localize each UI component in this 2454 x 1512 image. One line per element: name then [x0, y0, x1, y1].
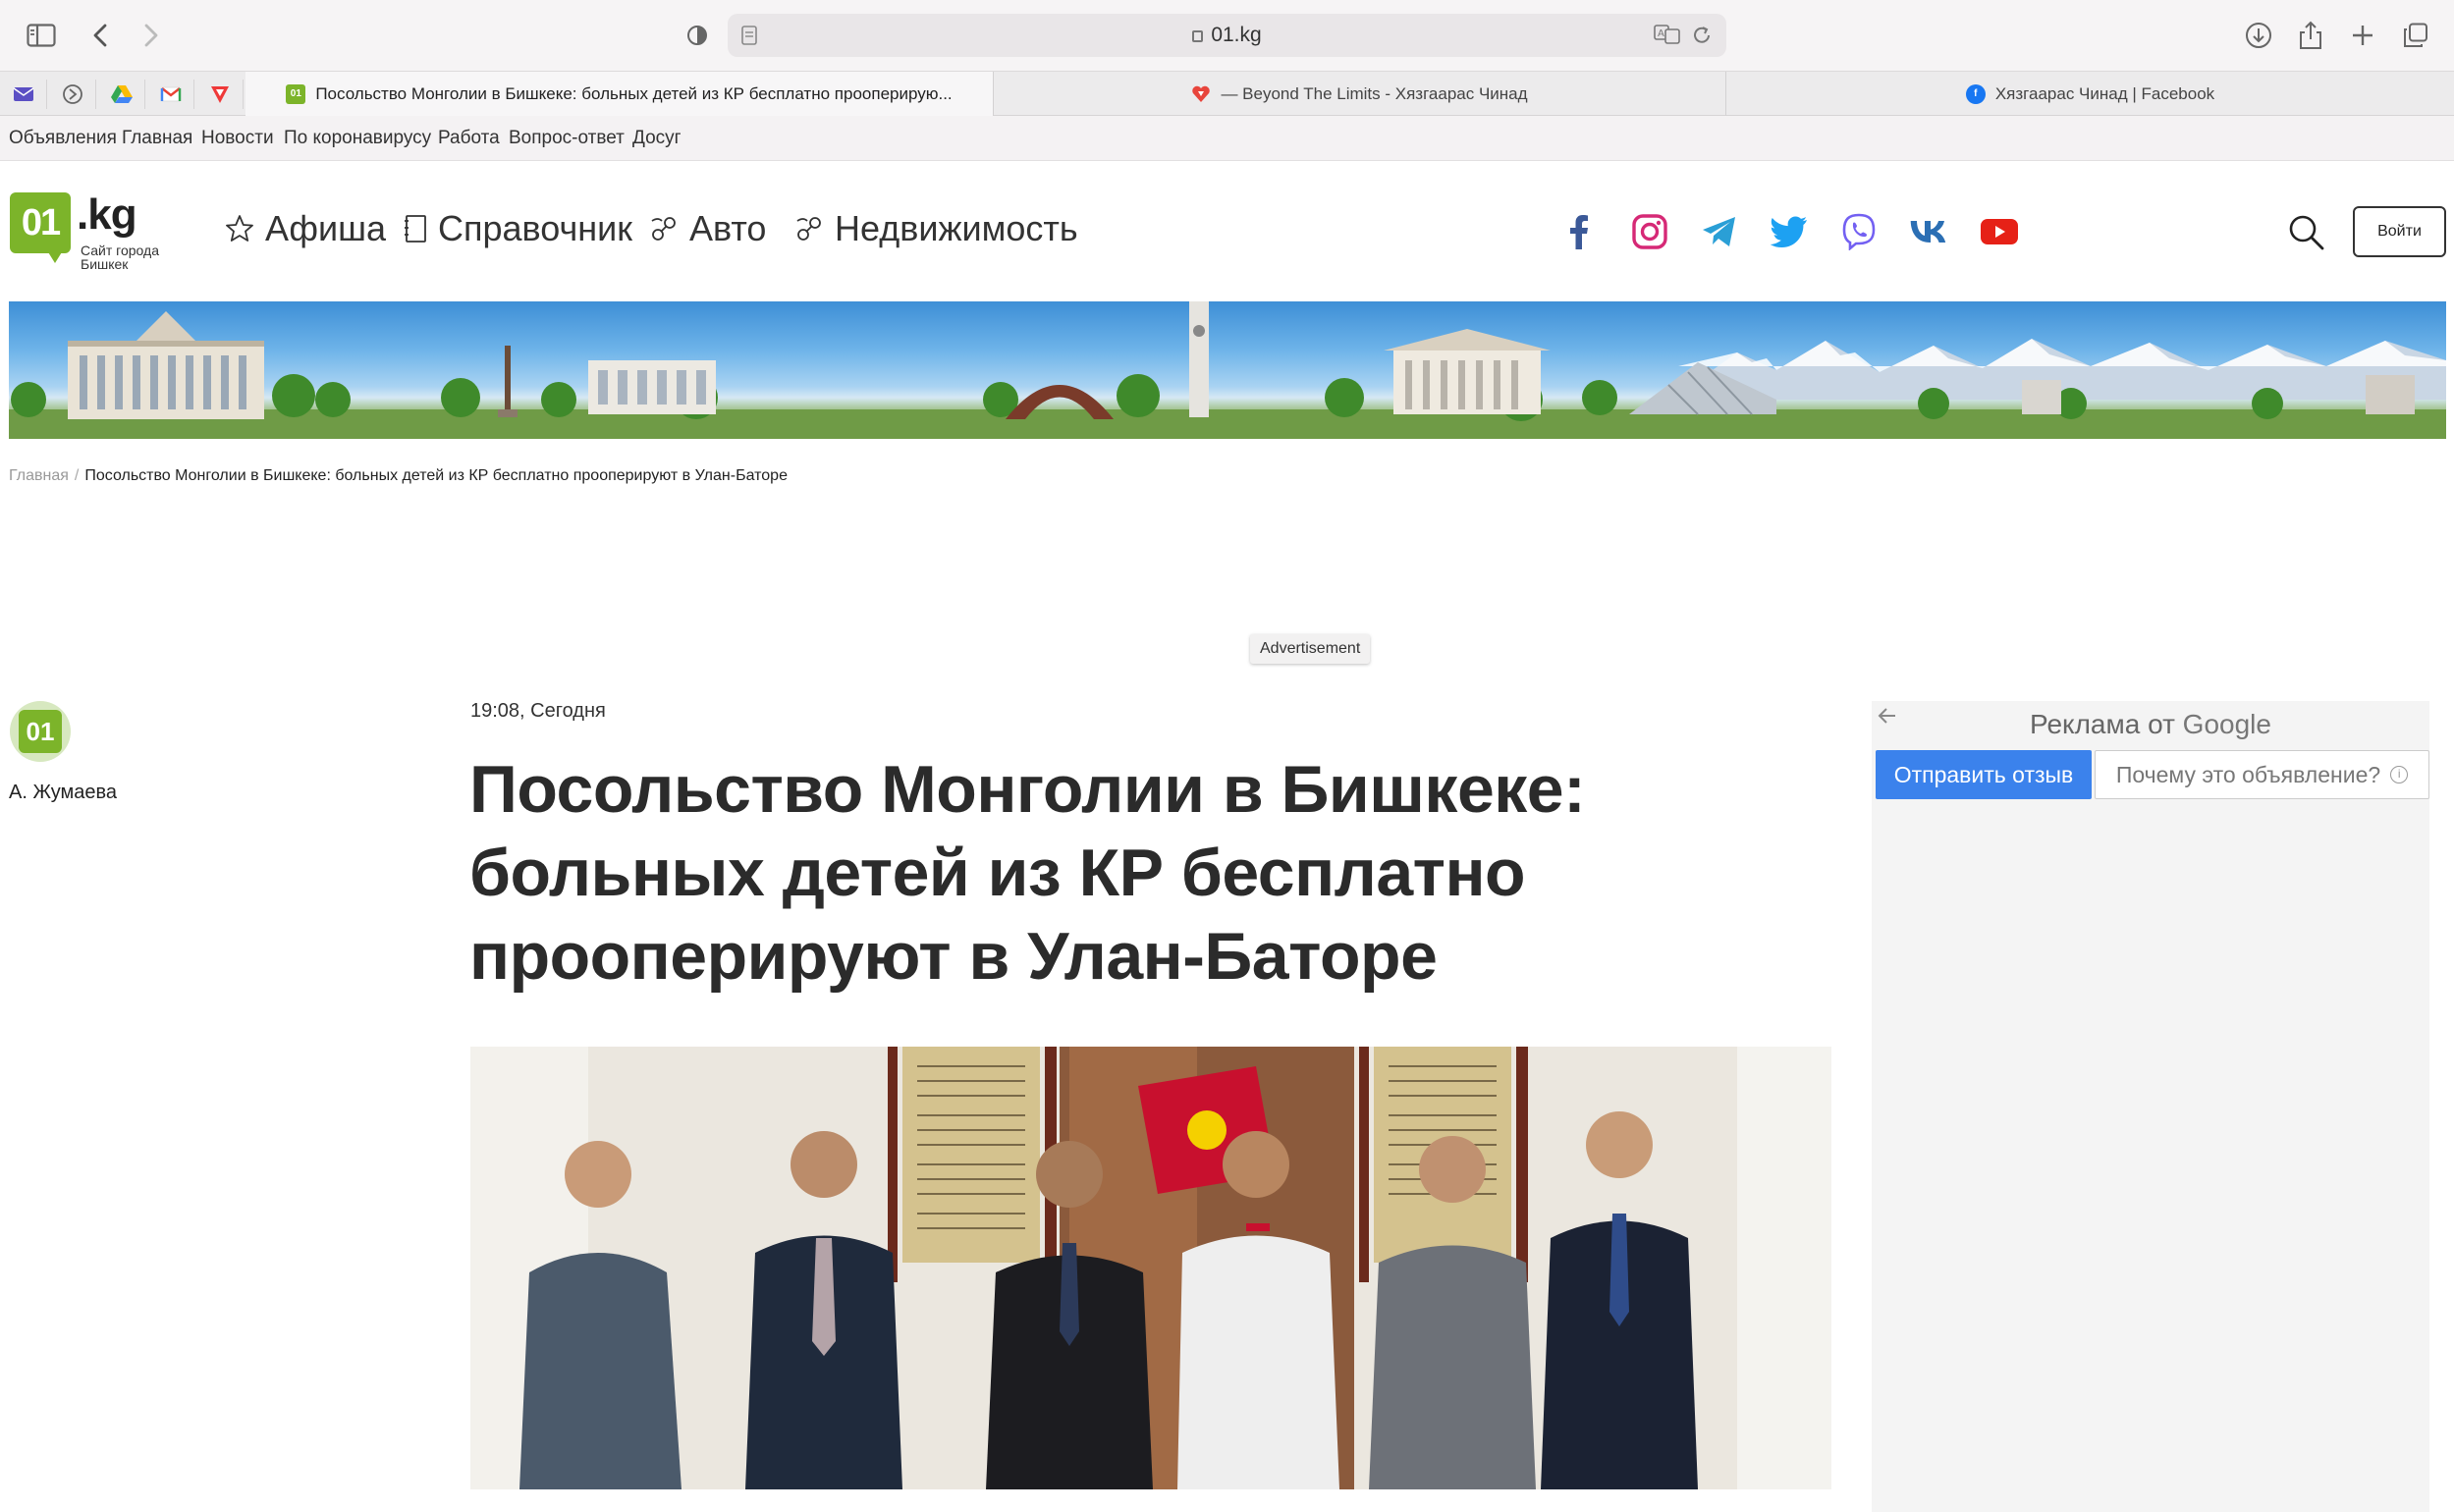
svg-text:A: A: [1658, 28, 1664, 39]
logo-tail: [45, 247, 65, 263]
bookmark-ads[interactable]: Объявления: [9, 128, 117, 149]
avatar-logo: 01: [19, 710, 62, 753]
logo-mark: 01: [10, 192, 71, 253]
facebook-icon[interactable]: [1559, 212, 1599, 251]
vivaldi-icon[interactable]: [196, 80, 244, 109]
login-button[interactable]: Войти: [2353, 206, 2446, 257]
author-name[interactable]: А. Жумаева: [9, 782, 117, 804]
nav-auto[interactable]: Авто: [648, 208, 766, 249]
browser-toolbar: 01.kg A: [0, 0, 2454, 71]
circle-arrow-icon[interactable]: [49, 80, 96, 109]
drive-icon[interactable]: [98, 80, 145, 109]
translate-icon[interactable]: A: [1654, 24, 1681, 50]
tab-bar: 01 Посольство Монголии в Бишкеке: больны…: [0, 71, 2454, 116]
article-photo[interactable]: [470, 1047, 1831, 1489]
tab-facebook[interactable]: f Хязгаарaс Чинад | Facebook: [1726, 72, 2454, 116]
reload-icon[interactable]: [1691, 25, 1713, 51]
sidebar-toggle-icon[interactable]: [22, 16, 61, 55]
city-panorama-banner: [9, 301, 2446, 439]
bookmark-jobs[interactable]: Работа: [438, 128, 500, 149]
lock-icon: [1192, 30, 1204, 42]
article-date: 19:08, Сегодня: [470, 700, 606, 722]
new-tab-icon[interactable]: [2343, 16, 2382, 55]
notebook-icon: [403, 213, 428, 244]
google-ad-panel: Реклама от Google Отправить отзыв Почему…: [1872, 701, 2429, 1512]
bookmark-news[interactable]: Новости: [201, 128, 274, 149]
bookmark-home[interactable]: Главная: [122, 128, 192, 149]
downloads-icon[interactable]: [2239, 16, 2278, 55]
realestate-icon: [793, 213, 825, 244]
bookmark-qa[interactable]: Вопрос-ответ: [509, 128, 625, 149]
breadcrumb-current: Посольство Монголии в Бишкеке: больных д…: [84, 467, 788, 484]
tab-01kg[interactable]: 01 Посольство Монголии в Бишкеке: больны…: [245, 72, 994, 116]
nav-realestate[interactable]: Недвижимость: [793, 208, 1078, 249]
share-icon[interactable]: [2291, 16, 2330, 55]
url-text: 01.kg: [1211, 24, 1262, 46]
bookmarks-bar: Объявления Главная Новости По коронавиру…: [0, 116, 2454, 161]
auto-icon: [648, 213, 680, 244]
ad-title: Реклама от Google: [2030, 709, 2271, 739]
telegram-icon[interactable]: [1700, 212, 1739, 251]
favicon-01kg-icon: 01: [286, 83, 306, 104]
bookmark-leisure[interactable]: Досуг: [632, 128, 682, 149]
vivaldi-heart-icon: [1191, 85, 1211, 103]
send-feedback-button[interactable]: Отправить отзыв: [1876, 750, 2092, 799]
search-icon[interactable]: [2286, 212, 2325, 251]
tab-beyond-the-limits[interactable]: — Beyond The Limits - Хязгаарaс Чинад: [994, 72, 1726, 116]
nav-label: Авто: [689, 208, 767, 248]
why-this-ad-button[interactable]: Почему это объявление? i: [2095, 750, 2429, 799]
instagram-icon[interactable]: [1630, 212, 1669, 251]
tab-label: — Beyond The Limits - Хязгаарaс Чинад: [1221, 83, 1528, 103]
breadcrumb-home[interactable]: Главная: [9, 467, 69, 484]
google-wordmark: Google: [2182, 709, 2271, 739]
article-title: Посольство Монголии в Бишкеке: больных д…: [469, 752, 1586, 994]
nav-label: Недвижимость: [835, 208, 1078, 248]
star-icon: [224, 213, 255, 244]
nav-afisha[interactable]: Афиша: [224, 208, 386, 249]
tab-label: Посольство Монголии в Бишкеке: больных д…: [315, 83, 953, 103]
nav-label: Справочник: [438, 208, 632, 248]
address-bar[interactable]: 01.kg A: [728, 14, 1726, 57]
breadcrumb: Главная / Посольство Монголии в Бишкеке: б…: [9, 467, 788, 485]
vk-icon[interactable]: [1909, 212, 1948, 251]
gmail-icon[interactable]: [147, 80, 194, 109]
twitter-icon[interactable]: [1770, 212, 1809, 251]
panorama-illustration: [9, 301, 2446, 439]
group-photo-illustration: [470, 1047, 1831, 1489]
forward-icon[interactable]: [132, 16, 171, 55]
avatar[interactable]: 01: [10, 701, 71, 762]
logo-subtitle: Сайт города Бишкек: [81, 243, 159, 272]
tab-overview-icon[interactable]: [2396, 16, 2435, 55]
tab-label: Хязгаарaс Чинад | Facebook: [1994, 83, 2215, 103]
viber-icon[interactable]: [1839, 212, 1879, 251]
breadcrumb-separator: /: [74, 467, 80, 484]
nav-directory[interactable]: Справочник: [403, 208, 632, 249]
back-icon[interactable]: [81, 16, 120, 55]
advertisement-label: Advertisement: [1250, 634, 1371, 664]
mail-icon[interactable]: [0, 80, 47, 109]
youtube-icon[interactable]: [1980, 212, 2019, 251]
bookmark-coronavirus[interactable]: По коронавирусу: [284, 128, 431, 149]
info-icon: i: [2390, 766, 2409, 783]
facebook-favicon-icon: f: [1965, 83, 1986, 104]
nav-label: Афиша: [265, 208, 387, 248]
logo-kg: .kg: [77, 190, 137, 239]
privacy-shield-icon[interactable]: [678, 16, 717, 55]
site-logo[interactable]: 01 .kg Сайт города Бишкек: [10, 190, 167, 272]
